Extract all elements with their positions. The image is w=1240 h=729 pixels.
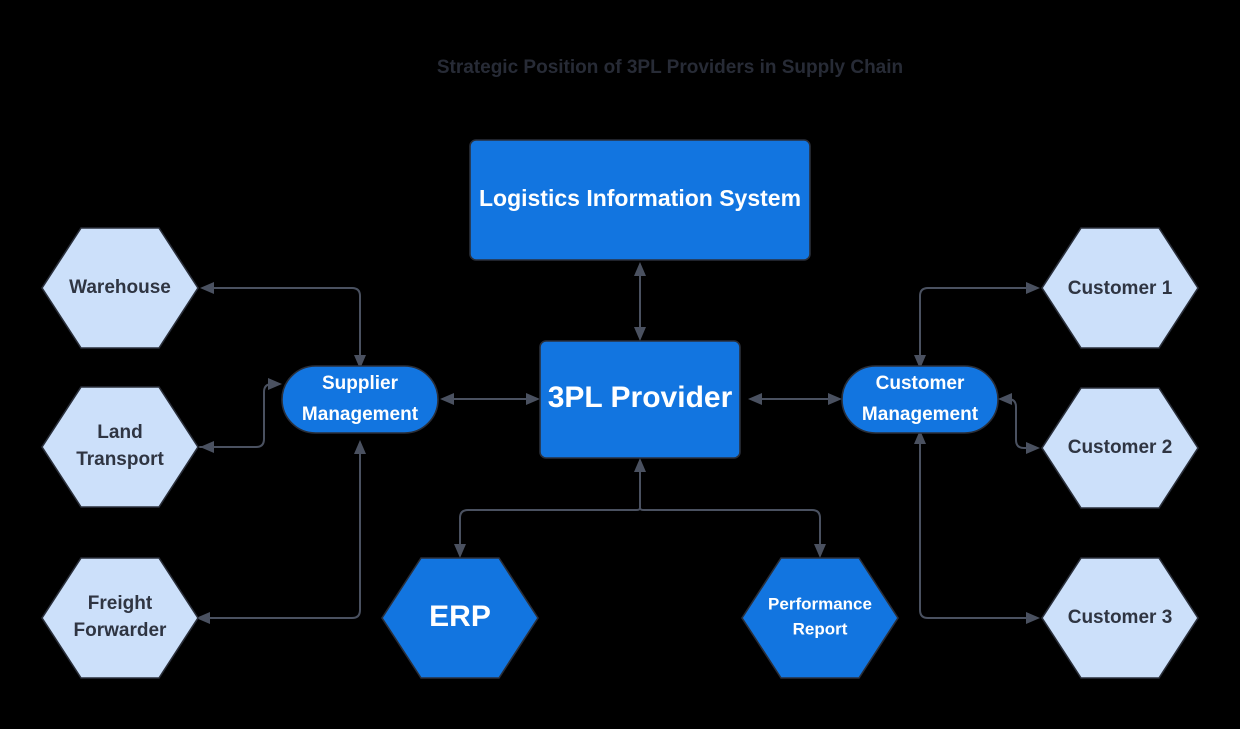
node-customer-2[interactable]: Customer 2	[1041, 387, 1199, 509]
edge-supplier-warehouse	[200, 282, 366, 369]
edge-3pl-erp-perf	[454, 458, 826, 558]
arrowhead-right	[828, 393, 842, 405]
node-shape-stadium[interactable]	[841, 365, 999, 434]
edge-supplier-3pl	[440, 393, 540, 405]
edge-lis-3pl	[634, 262, 646, 341]
node-shape-stadium[interactable]	[281, 365, 439, 434]
arrowhead-down	[454, 544, 466, 558]
edge-supplier-land	[200, 441, 214, 453]
edge-freight-supplier	[196, 440, 366, 624]
edge-customer-cust2	[998, 393, 1040, 454]
node-shape-hexagon[interactable]	[41, 557, 199, 679]
arrowhead-left	[748, 393, 762, 405]
node-shape-hexagon[interactable]	[1041, 387, 1199, 509]
node-erp[interactable]: ERP	[381, 557, 539, 679]
node-shape-hexagon[interactable]	[381, 557, 539, 679]
node-layer: Logistics Information System 3PL Provide…	[41, 139, 1199, 679]
edge-customer-cust1	[914, 282, 1040, 369]
node-supplier-management[interactable]: Supplier Management	[281, 365, 439, 434]
arrowhead-up	[634, 262, 646, 276]
arrowhead-left	[200, 282, 214, 294]
arrowhead-left	[440, 393, 454, 405]
node-shape-hexagon[interactable]	[41, 386, 199, 508]
node-freight-forwarder[interactable]: Freight Forwarder	[41, 557, 199, 679]
node-customer-1[interactable]: Customer 1	[1041, 227, 1199, 349]
arrowhead-right	[1026, 442, 1040, 454]
arrowhead-up	[634, 458, 646, 472]
node-logistics-information-system[interactable]: Logistics Information System	[469, 139, 811, 261]
arrowhead-left	[998, 393, 1012, 405]
flowchart-svg: Strategic Position of 3PL Providers in S…	[41, 57, 1199, 679]
node-shape-hexagon[interactable]	[41, 227, 199, 349]
arrowhead-right	[526, 393, 540, 405]
page-title: Strategic Position of 3PL Providers in S…	[437, 57, 903, 78]
edge-land-supplier	[199, 378, 282, 448]
arrowhead-up	[354, 440, 366, 454]
arrowhead-right	[1026, 282, 1040, 294]
diagram-canvas: Strategic Position of 3PL Providers in S…	[0, 0, 1240, 729]
node-warehouse[interactable]: Warehouse	[41, 227, 199, 349]
node-3pl-provider[interactable]: 3PL Provider	[539, 340, 741, 459]
node-shape-hexagon[interactable]	[741, 557, 899, 679]
edge-3pl-customer	[748, 393, 842, 405]
arrowhead-right	[1026, 612, 1040, 624]
edge-customer-cust3	[914, 430, 1040, 624]
arrowhead-left	[200, 441, 214, 453]
node-shape-rounded-rect[interactable]	[469, 139, 811, 261]
node-performance-report[interactable]: Performance Report	[741, 557, 899, 679]
node-shape-hexagon[interactable]	[1041, 557, 1199, 679]
arrowhead-right	[268, 378, 282, 390]
node-land-transport[interactable]: Land Transport	[41, 386, 199, 508]
arrowhead-down	[814, 544, 826, 558]
node-shape-rounded-rect[interactable]	[539, 340, 741, 459]
node-customer-3[interactable]: Customer 3	[1041, 557, 1199, 679]
arrowhead-down	[634, 327, 646, 341]
node-customer-management[interactable]: Customer Management	[841, 365, 999, 434]
node-shape-hexagon[interactable]	[1041, 227, 1199, 349]
